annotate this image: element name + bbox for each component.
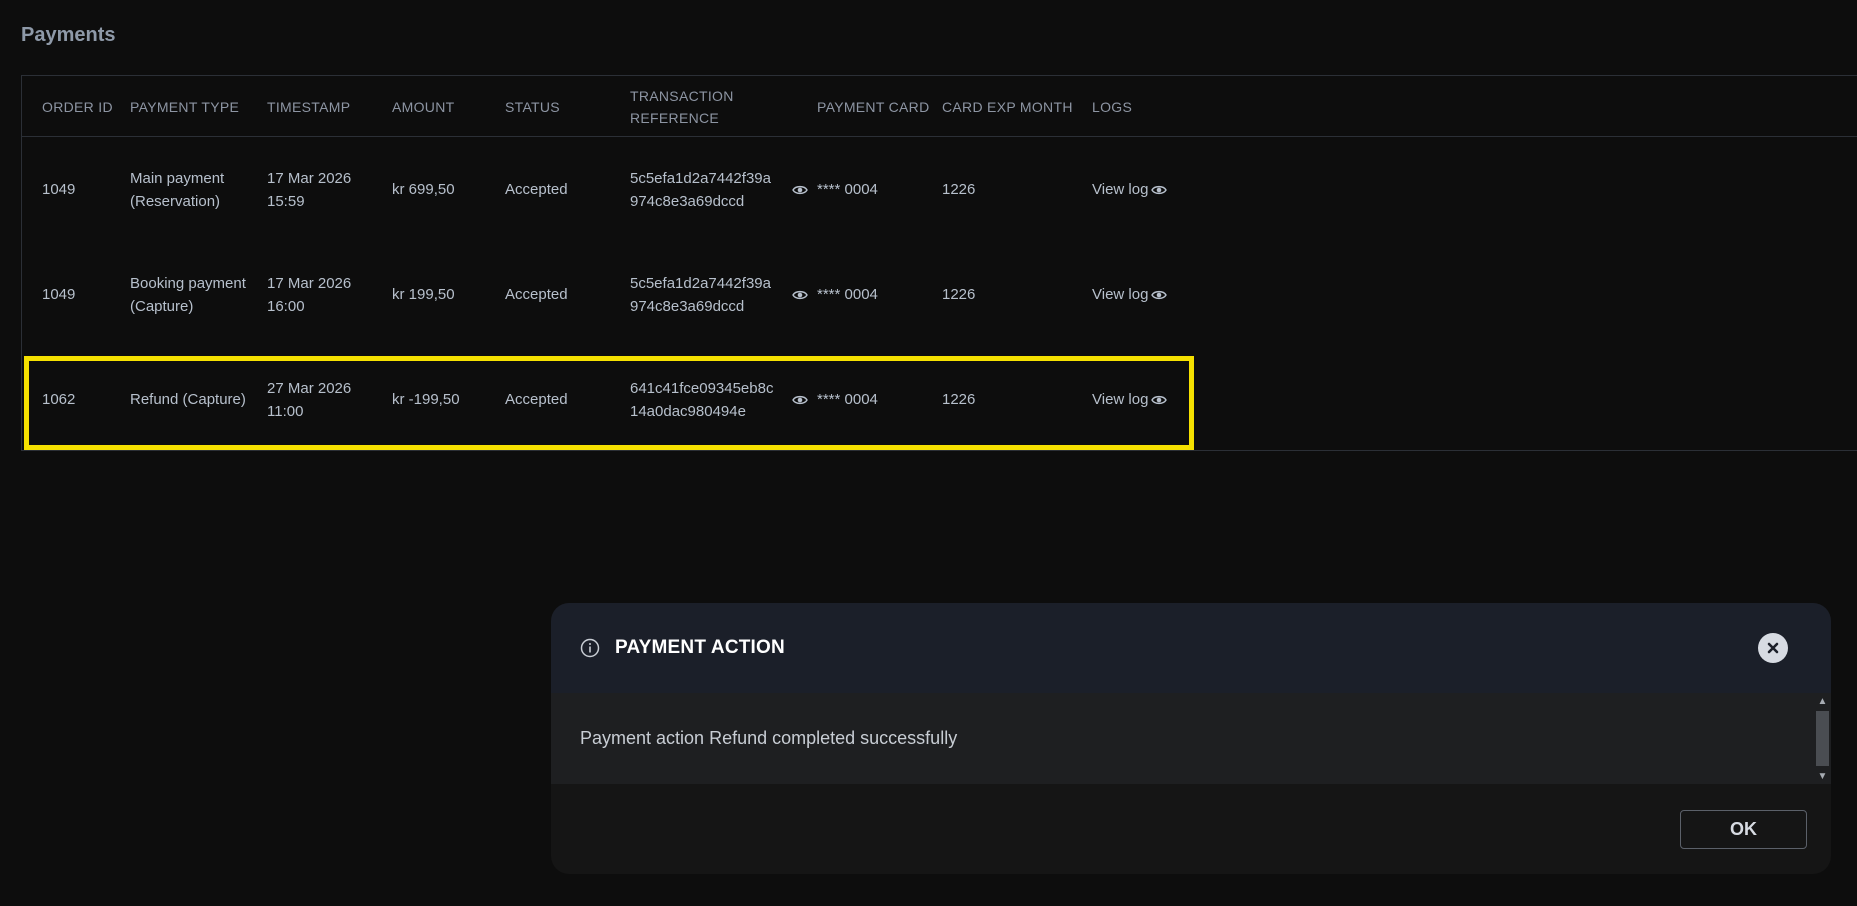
card-exp-month: 1226 [942,286,976,303]
column-header-card-exp-month: CARD EXP MONTH [942,98,1073,115]
column-header-payment-type: PAYMENT TYPE [130,98,240,115]
order-id: 1049 [42,286,76,303]
card-exp-month: 1226 [942,391,976,408]
payment-type: Refund (Capture) [130,391,246,408]
amount: kr -199,50 [392,391,460,408]
column-header-order-id: ORDER ID [42,98,113,115]
column-header-transaction-reference: TRANSACTION REFERENCE [630,87,734,126]
amount: kr 199,50 [392,286,455,303]
dialog-header: PAYMENT ACTION [551,603,1831,693]
payments-page: Payments ORDER ID PAYMENT TYPE TIMESTAMP… [0,0,1857,906]
timestamp: 27 Mar 2026 11:00 [267,379,352,420]
scroll-up-arrow-icon[interactable]: ▲ [1814,693,1831,709]
close-button[interactable] [1758,633,1788,663]
timestamp: 17 Mar 2026 16:00 [267,274,352,315]
table-row: 1049 Main payment (Reservation) 17 Mar 20… [22,137,1857,242]
view-log-link[interactable]: View log [1092,137,1168,242]
reveal-reference-eye-icon[interactable] [792,137,808,242]
reveal-reference-eye-icon[interactable] [792,347,808,452]
payments-table: ORDER ID PAYMENT TYPE TIMESTAMP AMOUNT S… [21,75,1857,451]
scroll-thumb[interactable] [1816,711,1829,766]
dialog-title: PAYMENT ACTION [615,637,785,658]
scroll-down-arrow-icon[interactable]: ▼ [1814,768,1831,784]
dialog-scrollbar[interactable]: ▲ ▼ [1814,693,1831,784]
table-header: ORDER ID PAYMENT TYPE TIMESTAMP AMOUNT S… [22,76,1857,137]
dialog-body: Payment action Refund completed successf… [551,693,1831,784]
column-header-timestamp: TIMESTAMP [267,98,351,115]
info-icon [580,638,600,663]
column-header-payment-card: PAYMENT CARD [817,98,930,115]
dialog-message: Payment action Refund completed successf… [580,728,958,748]
timestamp: 17 Mar 2026 15:59 [267,169,352,210]
payment-card: **** 0004 [817,181,878,198]
table-row: 1049 Booking payment (Capture) 17 Mar 202… [22,242,1857,347]
view-log-link[interactable]: View log [1092,347,1168,452]
payment-action-dialog: PAYMENT ACTION Payment action Refund com… [551,603,1831,874]
view-log-link[interactable]: View log [1092,242,1168,347]
payment-card: **** 0004 [817,391,878,408]
order-id: 1049 [42,181,76,198]
eye-icon [1151,290,1168,299]
ok-button[interactable]: OK [1680,810,1807,849]
transaction-reference: 5c5efa1d2a7442f39a 974c8e3a69dccd [630,169,771,210]
payment-type: Booking payment (Capture) [130,274,246,315]
transaction-reference: 641c41fce09345eb8c 14a0dac980494e [630,379,774,420]
card-exp-month: 1226 [942,181,976,198]
payment-card: **** 0004 [817,286,878,303]
payment-type: Main payment (Reservation) [130,169,225,210]
table-row: 1062 Refund (Capture) 27 Mar 2026 11:00 k… [22,347,1857,452]
eye-icon [1151,395,1168,404]
column-header-amount: AMOUNT [392,98,455,115]
status: Accepted [505,286,568,303]
column-header-logs: LOGS [1092,98,1133,115]
status: Accepted [505,181,568,198]
transaction-reference: 5c5efa1d2a7442f39a 974c8e3a69dccd [630,274,771,315]
close-icon [1767,642,1779,654]
amount: kr 699,50 [392,181,455,198]
page-title: Payments [21,24,116,46]
eye-icon [1151,185,1168,194]
reveal-reference-eye-icon[interactable] [792,242,808,347]
column-header-status: STATUS [505,98,560,115]
order-id: 1062 [42,391,76,408]
status: Accepted [505,391,568,408]
